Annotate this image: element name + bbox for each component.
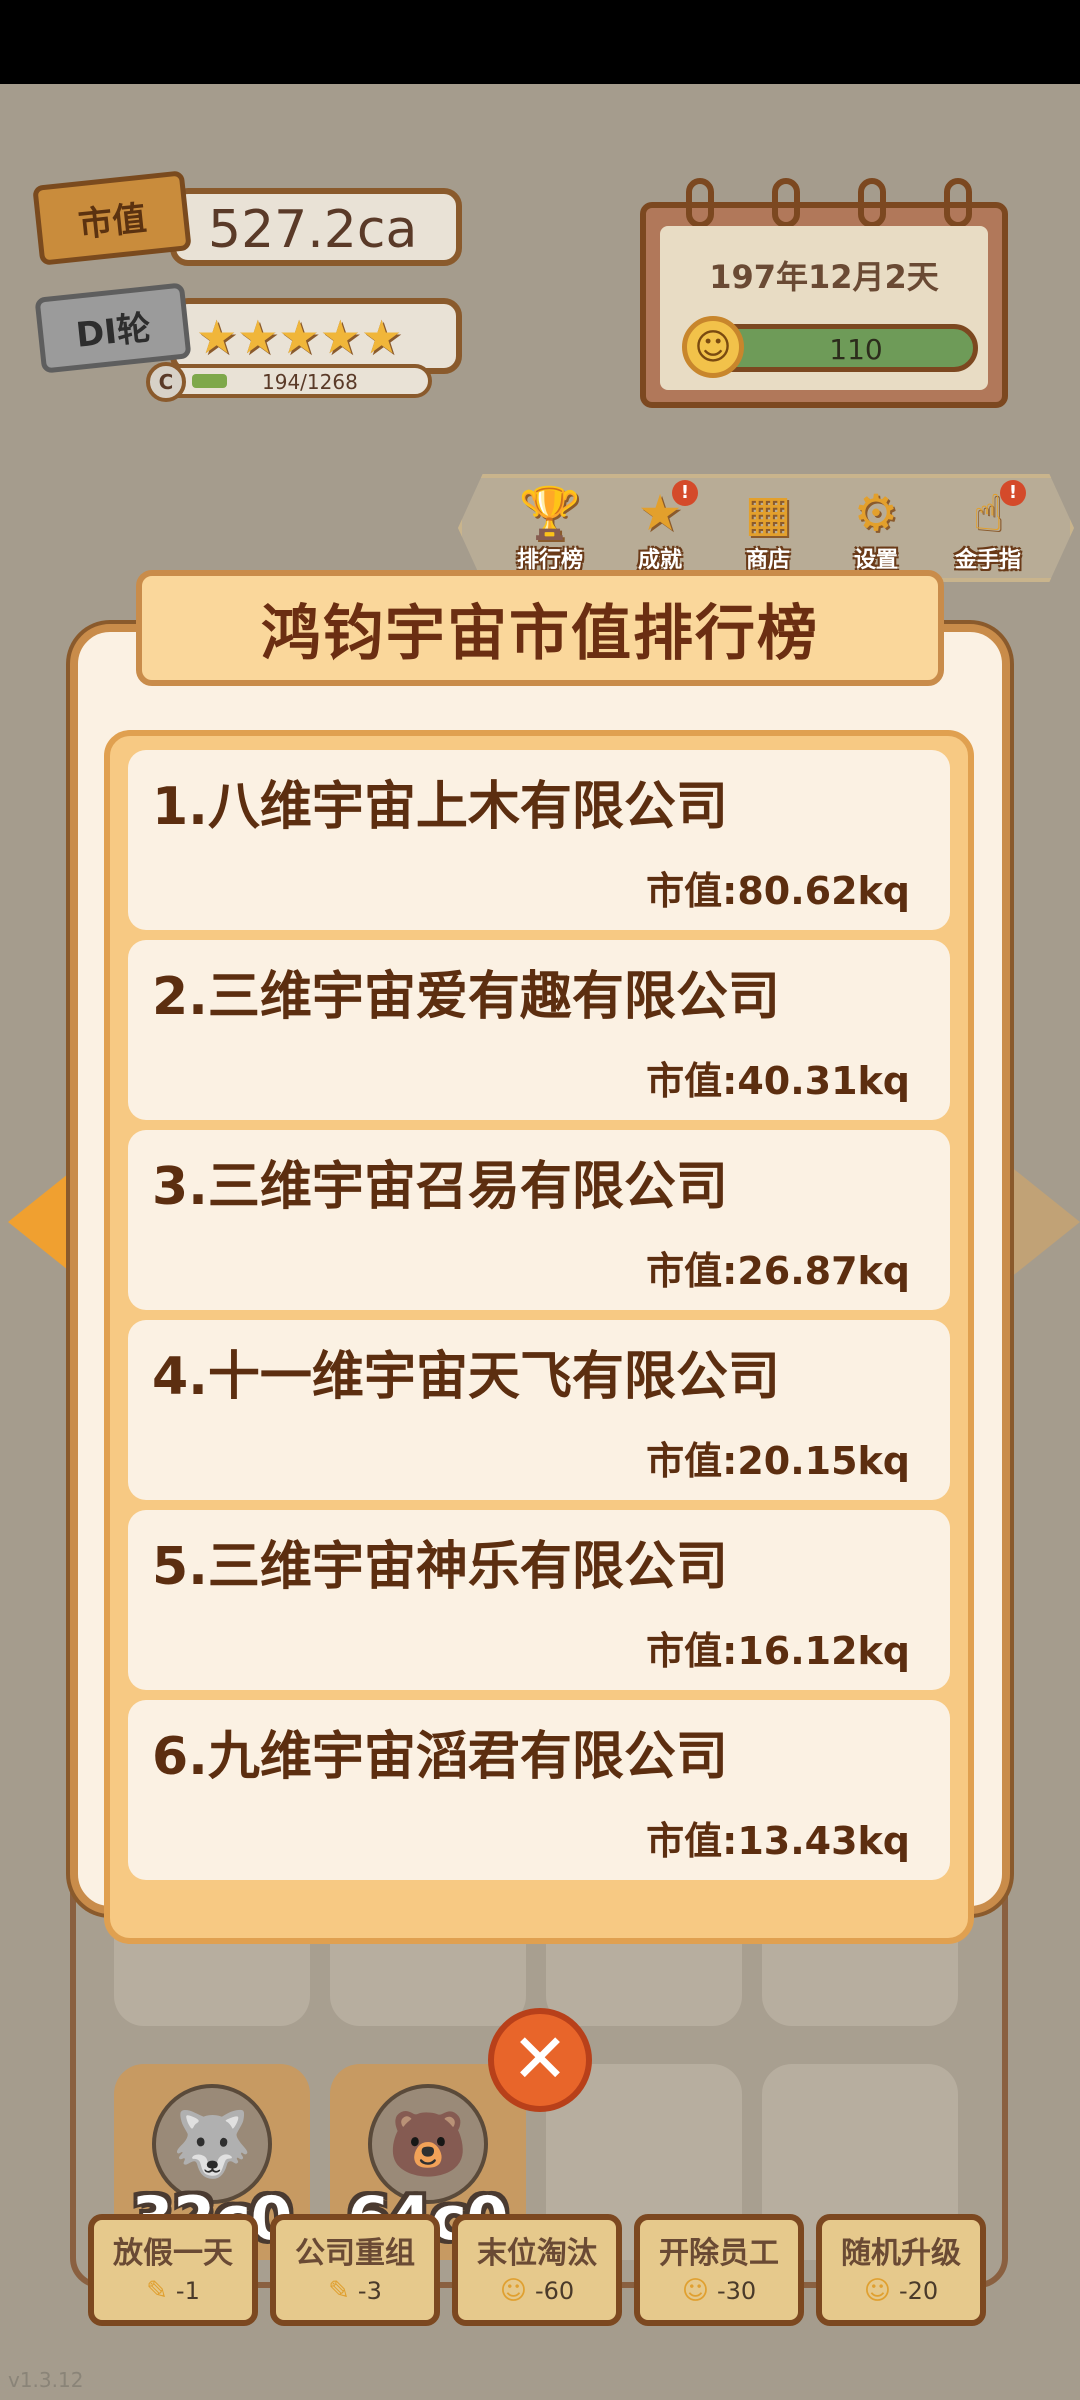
calendar-date: 197年12月2天	[709, 258, 939, 296]
rank-tag: DI轮	[34, 282, 192, 374]
action-day-off-button[interactable]: 放假一天 ✎ -1	[88, 2214, 258, 2326]
game-screen: 527.2ca 市值 ★★★★★ DI轮 194/1268 C 197年12月2…	[0, 84, 1080, 2400]
cost-value: -3	[357, 2277, 382, 2305]
market-value-panel: 527.2ca	[170, 188, 462, 266]
list-item: 2.三维宇宙爱有趣有限公司 市值:40.31kq	[128, 940, 950, 1120]
company-name: 2.三维宇宙爱有趣有限公司	[152, 967, 780, 1027]
calendar-ring-icon	[772, 178, 800, 228]
cost-value: -60	[534, 2277, 575, 2305]
menu-label: 金手指	[954, 548, 1021, 573]
gear-icon: ⚙	[853, 484, 899, 542]
company-value: 市值:80.62kq	[646, 869, 910, 913]
shop-icon: ▦	[744, 484, 792, 542]
menu-item-leaderboard[interactable]: 🏆 排行榜	[500, 484, 600, 574]
action-bar: 放假一天 ✎ -1 公司重组 ✎ -3 末位淘汰 ☺ -60 开除员工 ☺ -30 随机…	[88, 2214, 992, 2330]
calendar-page: 197年12月2天 110 ☺	[660, 226, 988, 390]
list-item: 1.八维宇宙上木有限公司 市值:80.62kq	[128, 750, 950, 930]
company-value: 市值:20.15kq	[646, 1439, 910, 1483]
action-eliminate-button[interactable]: 末位淘汰 ☺ -60	[452, 2214, 622, 2326]
smiley-icon: ☺	[499, 2276, 527, 2306]
modal-title-banner: 鸿钧宇宙市值排行榜	[136, 570, 944, 686]
company-name: 6.九维宇宙滔君有限公司	[152, 1727, 728, 1787]
company-name: 4.十一维宇宙天飞有限公司	[152, 1347, 780, 1407]
grade-badge: C	[146, 362, 186, 402]
xp-bar: 194/1268 C	[146, 362, 432, 402]
cost-value: -30	[716, 2277, 757, 2305]
company-name: 3.三维宇宙召易有限公司	[152, 1157, 728, 1217]
cost-value: -1	[175, 2277, 200, 2305]
ticket-icon: ✎	[328, 2276, 350, 2306]
calendar-ring-icon	[858, 178, 886, 228]
company-value: 市值:40.31kq	[646, 1059, 910, 1103]
list-item: 4.十一维宇宙天飞有限公司 市值:20.15kq	[128, 1320, 950, 1500]
modal-title: 鸿钧宇宙市值排行榜	[261, 598, 819, 669]
action-cost: ✎ -1	[94, 2276, 252, 2306]
market-value-tag: 市值	[32, 170, 192, 266]
star-rating: ★★★★★	[196, 310, 403, 364]
calendar-ring-icon	[944, 178, 972, 228]
list-item: 3.三维宇宙召易有限公司 市值:26.87kq	[128, 1130, 950, 1310]
action-label: 随机升级	[841, 2236, 961, 2271]
action-restructure-button[interactable]: 公司重组 ✎ -3	[270, 2214, 440, 2326]
action-cost: ☺ -60	[458, 2276, 616, 2306]
action-cost: ☺ -20	[822, 2276, 980, 2306]
company-value: 市值:16.12kq	[646, 1629, 910, 1673]
company-value: 市值:26.87kq	[646, 1249, 910, 1293]
ticket-icon: ✎	[146, 2276, 168, 2306]
action-cost: ✎ -3	[276, 2276, 434, 2306]
company-value: 市值:13.43kq	[646, 1819, 910, 1863]
rank-panel: ★★★★★	[170, 298, 462, 374]
action-label: 开除员工	[659, 2236, 779, 2271]
calendar-ring-icon	[686, 178, 714, 228]
smiley-icon: ☺	[682, 316, 744, 378]
action-cost: ☺ -30	[640, 2276, 798, 2306]
menu-item-settings[interactable]: ⚙ 设置	[826, 484, 926, 574]
alert-badge: !	[1000, 480, 1026, 506]
xp-text: 194/1268	[262, 370, 358, 394]
xp-fill	[192, 374, 227, 388]
calendar-panel: 197年12月2天 110 ☺	[640, 178, 1008, 408]
list-item: 5.三维宇宙神乐有限公司 市值:16.12kq	[128, 1510, 950, 1690]
close-icon[interactable]: ✕	[488, 2008, 592, 2112]
action-random-upgrade-button[interactable]: 随机升级 ☺ -20	[816, 2214, 986, 2326]
smiley-icon: ☺	[681, 2276, 709, 2306]
company-name: 1.八维宇宙上木有限公司	[152, 777, 728, 837]
trophy-icon: 🏆	[518, 484, 582, 542]
alert-badge: !	[672, 480, 698, 506]
action-label: 放假一天	[113, 2236, 233, 2271]
market-value: 527.2ca	[208, 200, 418, 260]
menu-item-cheat[interactable]: ☝ 金手指 !	[938, 480, 1038, 574]
action-label: 末位淘汰	[477, 2236, 597, 2271]
smiley-icon: ☺	[863, 2276, 891, 2306]
company-name: 5.三维宇宙神乐有限公司	[152, 1537, 728, 1597]
menu-item-achievements[interactable]: ★ 成就 !	[610, 480, 710, 574]
action-label: 公司重组	[295, 2236, 415, 2271]
version-label: v1.3.12	[8, 2368, 84, 2392]
cost-value: -20	[898, 2277, 939, 2305]
menu-item-shop[interactable]: ▦ 商店	[718, 484, 818, 574]
top-menu: 🏆 排行榜 ★ 成就 ! ▦ 商店 ⚙ 设置 ☝ 金手指 !	[458, 474, 1074, 582]
action-fire-button[interactable]: 开除员工 ☺ -30	[634, 2214, 804, 2326]
list-item: 6.九维宇宙滔君有限公司 市值:13.43kq	[128, 1700, 950, 1880]
leaderboard-list-frame: 1.八维宇宙上木有限公司 市值:80.62kq 2.三维宇宙爱有趣有限公司 市值…	[104, 730, 974, 1944]
leaderboard-list[interactable]: 1.八维宇宙上木有限公司 市值:80.62kq 2.三维宇宙爱有趣有限公司 市值…	[128, 750, 950, 1928]
